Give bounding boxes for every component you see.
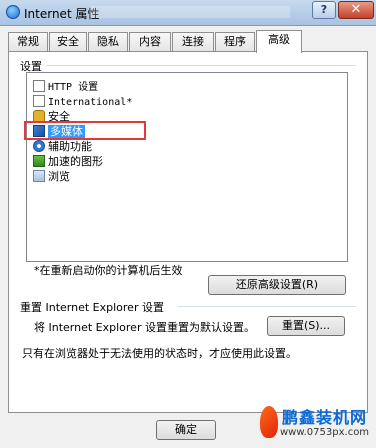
document-icon	[33, 95, 45, 107]
browsing-icon	[33, 170, 45, 182]
tree-item-label: International*	[48, 97, 133, 108]
highlight-annotation	[24, 121, 146, 140]
restore-advanced-button[interactable]: 还原高级设置(R)	[208, 275, 346, 295]
reset-button[interactable]: 重置(S)...	[267, 316, 345, 336]
title-blur-region	[90, 6, 290, 18]
accessibility-icon	[33, 140, 45, 152]
restart-note: *在重新启动你的计算机后生效	[34, 264, 183, 277]
tree-item-graphics[interactable]: 加速的图形	[33, 154, 103, 169]
tab-content[interactable]: 内容	[129, 32, 171, 52]
tree-item-label: HTTP 设置	[48, 82, 99, 93]
tab-security[interactable]: 安全	[49, 32, 87, 52]
settings-tree[interactable]: HTTP 设置 International* 安全 多媒体 辅助功能 加速的图形…	[26, 72, 348, 262]
internet-explorer-icon	[6, 5, 20, 19]
close-button[interactable]: ✕	[338, 1, 374, 19]
tree-item-accessibility[interactable]: 辅助功能	[33, 139, 92, 154]
document-icon	[33, 80, 45, 92]
watermark-url: www.0753px.com	[280, 427, 370, 438]
window-title: Internet 属性	[24, 7, 100, 21]
tree-item-browsing[interactable]: 浏览	[33, 169, 70, 184]
tab-programs[interactable]: 程序	[215, 32, 255, 52]
tree-item-label: 辅助功能	[48, 140, 92, 153]
tab-advanced[interactable]: 高级	[256, 30, 302, 53]
graphics-icon	[33, 155, 45, 167]
ok-button[interactable]: 确定	[156, 420, 216, 440]
tab-connections[interactable]: 连接	[172, 32, 214, 52]
tree-item-international[interactable]: International*	[33, 94, 132, 109]
watermark-brand: 鹏鑫装机网	[282, 408, 368, 427]
reset-description: 将 Internet Explorer 设置重置为默认设置。	[34, 321, 255, 334]
title-bar: Internet 属性 ? ✕	[0, 0, 376, 26]
tree-item-http[interactable]: HTTP 设置	[33, 79, 98, 94]
watermark-logo-icon	[260, 406, 278, 438]
tab-general[interactable]: 常规	[8, 32, 48, 52]
reset-note: 只有在浏览器处于无法使用的状态时，才应使用此设置。	[22, 347, 297, 360]
tab-privacy[interactable]: 隐私	[88, 32, 128, 52]
help-button[interactable]: ?	[312, 1, 336, 19]
reset-group-divider	[178, 306, 356, 307]
site-watermark: 鹏鑫装机网 www.0753px.com	[260, 404, 372, 444]
tree-item-label: 加速的图形	[48, 155, 103, 168]
tree-item-label: 浏览	[48, 170, 70, 183]
settings-group-divider	[46, 65, 356, 66]
reset-group-label: 重置 Internet Explorer 设置	[20, 301, 164, 314]
